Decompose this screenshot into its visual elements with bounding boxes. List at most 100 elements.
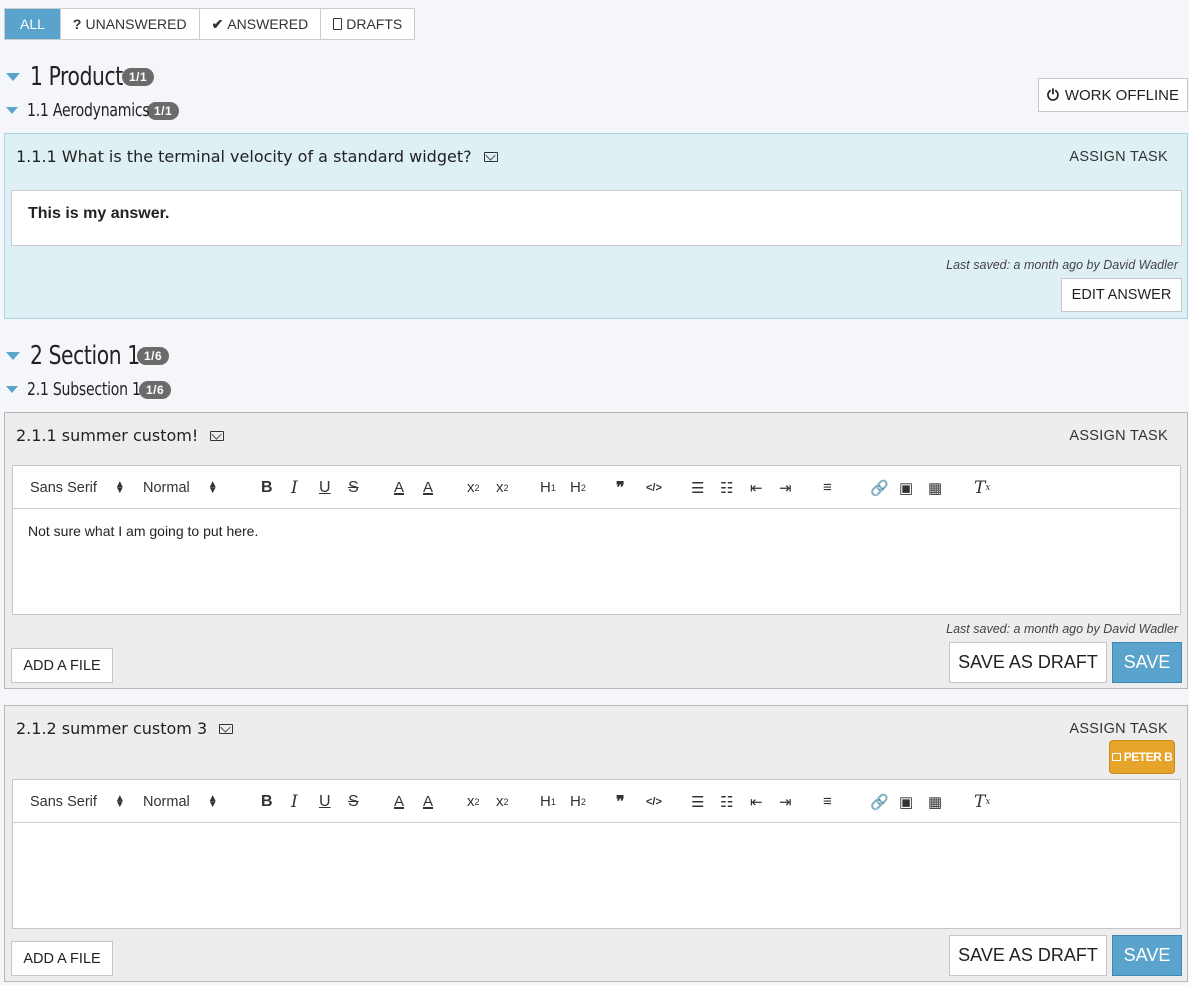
assignee-name: PETER B — [1123, 750, 1173, 764]
subsection-title: 1.1 Aerodynamics — [27, 100, 150, 121]
italic-icon[interactable]: I — [291, 780, 298, 823]
collapse-icon[interactable] — [6, 107, 18, 114]
subscript-icon[interactable]: x2 — [467, 780, 480, 823]
filter-drafts-label: DRAFTS — [346, 16, 403, 32]
question-title-text: 2.1.1 summer custom! — [16, 426, 199, 445]
collapse-icon[interactable] — [6, 386, 18, 393]
align-icon[interactable]: ≡ — [823, 466, 832, 509]
underline-icon[interactable]: U — [319, 466, 331, 509]
updown-icon: ▲ ▼ — [207, 478, 218, 496]
work-offline-label: WORK OFFLINE — [1064, 86, 1180, 104]
progress-badge: 1/6 — [139, 380, 172, 399]
mail-icon[interactable] — [210, 430, 225, 441]
link-icon[interactable]: 🔗 — [870, 780, 889, 823]
question-title: 1.1.1 What is the terminal velocity of a… — [16, 147, 498, 166]
save-button[interactable]: SAVE — [1112, 642, 1182, 683]
superscript-icon[interactable]: x2 — [496, 466, 509, 509]
superscript-icon[interactable]: x2 — [496, 780, 509, 823]
ordered-list-icon[interactable]: ☰ — [691, 780, 704, 823]
video-icon[interactable]: ▦ — [928, 466, 942, 509]
italic-icon[interactable]: I — [291, 466, 298, 509]
video-icon[interactable]: ▦ — [928, 780, 942, 823]
strike-icon[interactable]: S — [348, 780, 359, 823]
save-as-draft-button[interactable]: SAVE AS DRAFT — [949, 935, 1107, 976]
section-title: 1 Product — [30, 62, 123, 92]
mail-icon[interactable] — [483, 151, 498, 162]
subsection-heading[interactable]: 1.1 Aerodynamics 1/1 — [6, 100, 180, 121]
question-icon: ? — [72, 16, 82, 32]
assign-task-button[interactable]: ASSIGN TASK — [1069, 721, 1168, 737]
subscript-icon[interactable]: x2 — [467, 466, 480, 509]
ordered-list-icon[interactable]: ☰ — [691, 466, 704, 509]
link-icon[interactable]: 🔗 — [870, 466, 889, 509]
text-color-icon[interactable]: A — [394, 780, 404, 823]
collapse-icon[interactable] — [6, 73, 20, 81]
section-heading[interactable]: 1 Product 1/1 — [6, 62, 155, 92]
heading2-icon[interactable]: H2 — [570, 466, 586, 509]
question-panel: 2.1.1 summer custom! ASSIGN TASK Sans Se… — [4, 412, 1188, 689]
blockquote-icon[interactable]: ❞ — [616, 466, 625, 509]
bullet-list-icon[interactable]: ☷ — [720, 780, 733, 823]
indent-icon[interactable]: ⇥ — [779, 466, 792, 509]
outdent-icon[interactable]: ⇤ — [750, 466, 763, 509]
assign-task-button[interactable]: ASSIGN TASK — [1069, 149, 1168, 165]
bold-icon[interactable]: B — [261, 466, 273, 509]
filter-all[interactable]: ALL — [5, 9, 61, 39]
size-select[interactable]: Normal ▲ ▼ — [143, 780, 218, 823]
work-offline-button[interactable]: ⏻ WORK OFFLINE — [1038, 78, 1188, 112]
assignee-badge[interactable]: PETER B — [1109, 740, 1175, 774]
edit-answer-button[interactable]: EDIT ANSWER — [1061, 278, 1182, 312]
underline-icon[interactable]: U — [319, 780, 331, 823]
filter-unanswered[interactable]: ? UNANSWERED — [61, 9, 200, 39]
clear-format-icon[interactable]: Tx — [974, 780, 990, 823]
save-as-draft-button[interactable]: SAVE AS DRAFT — [949, 642, 1107, 683]
image-icon[interactable]: ▣ — [899, 466, 913, 509]
size-select-value: Normal — [143, 793, 190, 810]
indent-icon[interactable]: ⇥ — [779, 780, 792, 823]
updown-icon: ▲ ▼ — [114, 792, 125, 810]
image-icon[interactable]: ▣ — [899, 780, 913, 823]
filter-bar: ALL ? UNANSWERED ✔ ANSWERED DRAFTS — [4, 8, 416, 40]
heading1-icon[interactable]: H1 — [540, 780, 556, 823]
size-select[interactable]: Normal ▲ ▼ — [143, 466, 218, 509]
highlight-icon[interactable]: A — [423, 780, 433, 823]
highlight-icon[interactable]: A — [423, 466, 433, 509]
editor-content[interactable] — [13, 823, 1180, 867]
mail-icon[interactable] — [219, 723, 234, 734]
section-title: 2 Section 1 — [30, 341, 140, 371]
updown-icon: ▲ ▼ — [207, 792, 218, 810]
last-saved-text: Last saved: a month ago by David Wadler — [946, 622, 1178, 636]
bullet-list-icon[interactable]: ☷ — [720, 466, 733, 509]
filter-answered[interactable]: ✔ ANSWERED — [200, 9, 322, 39]
clear-format-icon[interactable]: Tx — [974, 466, 990, 509]
add-file-button[interactable]: ADD A FILE — [11, 648, 113, 683]
heading2-icon[interactable]: H2 — [570, 780, 586, 823]
font-select-value: Sans Serif — [30, 793, 97, 810]
bold-icon[interactable]: B — [261, 780, 273, 823]
align-icon[interactable]: ≡ — [823, 780, 832, 823]
filter-unanswered-label: UNANSWERED — [85, 16, 187, 32]
code-icon[interactable]: </> — [646, 780, 662, 823]
text-color-icon[interactable]: A — [394, 466, 404, 509]
rich-text-editor: Sans Serif ▲ ▼ Normal ▲ ▼ B I U S A Ax 2 x 2 H 1 H 2 ❞ </> ☰ ☷… — [12, 465, 1181, 615]
filter-drafts[interactable]: DRAFTS — [321, 9, 414, 39]
collapse-icon[interactable] — [6, 352, 20, 360]
strike-icon[interactable]: S — [348, 466, 359, 509]
code-icon[interactable]: </> — [646, 466, 662, 509]
assign-task-button[interactable]: ASSIGN TASK — [1069, 428, 1168, 444]
question-title: 2.1.1 summer custom! — [16, 426, 225, 445]
editor-toolbar: Sans Serif ▲ ▼ Normal ▲ ▼ B I U S A Ax 2 x 2 H 1 H 2 ❞ </> ☰ ☷… — [13, 466, 1180, 509]
font-select[interactable]: Sans Serif ▲ ▼ — [30, 466, 125, 509]
progress-badge: 1/1 — [147, 101, 180, 120]
outdent-icon[interactable]: ⇤ — [750, 780, 763, 823]
section-heading[interactable]: 2 Section 1 1/6 — [6, 341, 170, 371]
editor-content[interactable]: Not sure what I am going to put here. — [13, 509, 1180, 553]
subsection-title: 2.1 Subsection 1 — [27, 379, 141, 400]
font-select[interactable]: Sans Serif ▲ ▼ — [30, 780, 125, 823]
heading1-icon[interactable]: H1 — [540, 466, 556, 509]
subsection-heading[interactable]: 2.1 Subsection 1 1/6 — [6, 379, 172, 400]
last-saved-text: Last saved: a month ago by David Wadler — [946, 258, 1178, 272]
save-button[interactable]: SAVE — [1112, 935, 1182, 976]
add-file-button[interactable]: ADD A FILE — [11, 941, 113, 976]
blockquote-icon[interactable]: ❞ — [616, 780, 625, 823]
